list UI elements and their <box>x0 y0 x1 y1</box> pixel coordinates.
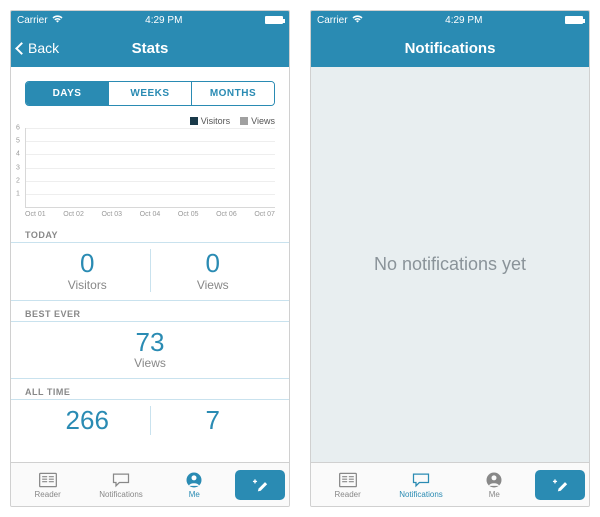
all-time-right-cell: 7 <box>151 406 276 435</box>
battery-icon <box>565 16 583 24</box>
time-label: 4:29 PM <box>445 15 482 26</box>
best-ever-views-value: 73 <box>25 328 275 357</box>
reader-icon <box>38 471 58 489</box>
speech-bubble-icon <box>111 471 131 489</box>
all-time-left-value: 266 <box>25 406 150 435</box>
notifications-empty-state: No notifications yet <box>311 67 589 462</box>
today-visitors-value: 0 <box>25 249 150 278</box>
today-views-value: 0 <box>151 249 276 278</box>
stats-phone: Carrier 4:29 PM Back Stats DAYS WEEKS MO… <box>10 10 290 507</box>
legend-visitors: Visitors <box>190 116 230 126</box>
wifi-icon <box>52 15 63 26</box>
legend-views: Views <box>240 116 275 126</box>
chevron-left-icon <box>15 42 28 55</box>
segment-weeks[interactable]: WEEKS <box>108 82 191 105</box>
carrier-label: Carrier <box>17 15 48 26</box>
all-time-left-cell: 266 <box>25 406 150 435</box>
tab-notifications[interactable]: Notifications <box>384 463 457 506</box>
compose-button[interactable] <box>235 470 285 500</box>
status-bar: Carrier 4:29 PM <box>311 11 589 29</box>
carrier-label: Carrier <box>317 15 348 26</box>
tab-me[interactable]: Me <box>458 463 531 506</box>
battery-icon <box>265 16 283 24</box>
tab-me[interactable]: Me <box>158 463 231 506</box>
time-label: 4:29 PM <box>145 15 182 26</box>
tab-bar: Reader Notifications Me <box>11 462 289 506</box>
today-visitors-cell: 0 Visitors <box>25 249 150 292</box>
notifications-phone: Carrier 4:29 PM Notifications No notific… <box>310 10 590 507</box>
reader-icon <box>338 471 358 489</box>
views-swatch-icon <box>240 117 248 125</box>
stats-chart: 123456 Oct 01Oct 02Oct 03Oct 04Oct 05Oct… <box>11 128 289 222</box>
visitors-swatch-icon <box>190 117 198 125</box>
tab-notifications[interactable]: Notifications <box>84 463 157 506</box>
page-title: Notifications <box>405 40 496 57</box>
tab-compose[interactable] <box>231 463 289 506</box>
tab-bar: Reader Notifications Me <box>311 462 589 506</box>
page-title: Stats <box>132 40 169 57</box>
today-views-cell: 0 Views <box>151 249 276 292</box>
range-segmented-control: DAYS WEEKS MONTHS <box>25 81 275 106</box>
chart-legend: Visitors Views <box>11 112 289 128</box>
compose-icon <box>550 476 570 494</box>
all-time-row: 266 7 <box>11 400 289 435</box>
all-time-right-value: 7 <box>151 406 276 435</box>
person-icon <box>484 471 504 489</box>
today-row: 0 Visitors 0 Views <box>11 243 289 301</box>
today-visitors-label: Visitors <box>25 278 150 292</box>
best-ever-views-label: Views <box>25 356 275 370</box>
nav-bar: Back Stats <box>11 29 289 67</box>
compose-button[interactable] <box>535 470 585 500</box>
stats-content: DAYS WEEKS MONTHS Visitors Views 123456 … <box>11 67 289 462</box>
section-best-label: BEST EVER <box>11 301 289 322</box>
tab-compose[interactable] <box>531 463 589 506</box>
back-button[interactable]: Back <box>17 40 59 56</box>
section-today-label: TODAY <box>11 222 289 243</box>
tab-reader[interactable]: Reader <box>311 463 384 506</box>
best-ever-views-cell: 73 Views <box>25 328 275 371</box>
status-bar: Carrier 4:29 PM <box>11 11 289 29</box>
segment-months[interactable]: MONTHS <box>191 82 274 105</box>
nav-bar: Notifications <box>311 29 589 67</box>
best-ever-row: 73 Views <box>11 322 289 380</box>
empty-text: No notifications yet <box>374 254 526 275</box>
tab-reader[interactable]: Reader <box>11 463 84 506</box>
person-icon <box>184 471 204 489</box>
segment-days[interactable]: DAYS <box>26 82 108 105</box>
compose-icon <box>250 476 270 494</box>
today-views-label: Views <box>151 278 276 292</box>
back-label: Back <box>28 40 59 56</box>
section-alltime-label: ALL TIME <box>11 379 289 400</box>
wifi-icon <box>352 15 363 26</box>
speech-bubble-icon <box>411 471 431 489</box>
